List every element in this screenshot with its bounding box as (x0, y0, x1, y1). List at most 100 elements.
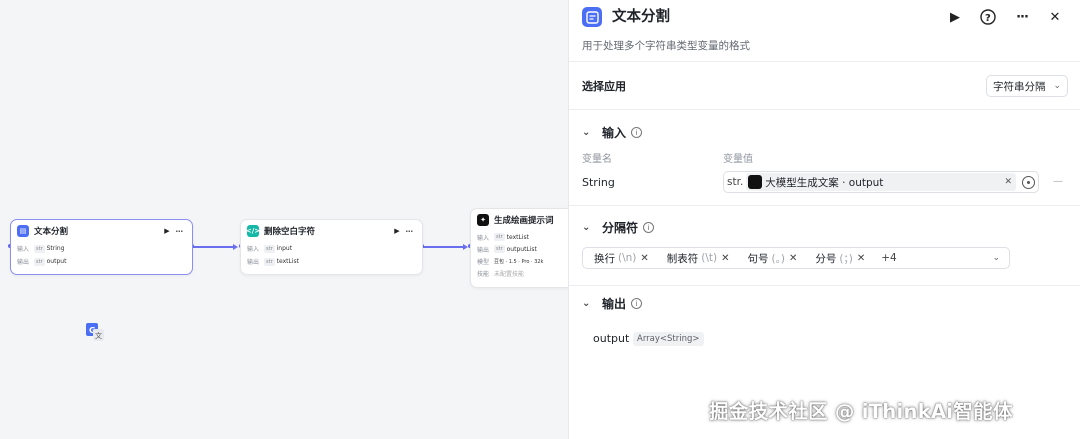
watermark: 掘金技术社区 @ iThinkAi智能体 (709, 400, 1013, 423)
play-icon[interactable]: ▶ (392, 227, 402, 235)
target-icon[interactable] (1022, 175, 1035, 189)
close-icon[interactable]: ✕ (789, 253, 797, 264)
output-section-header[interactable]: ⌄ 输出 i (582, 295, 643, 312)
row-key: 输入 (247, 246, 260, 253)
tag-label: 分号 (815, 252, 837, 265)
close-icon[interactable]: ✕ (857, 253, 865, 264)
more-icon[interactable]: ··· (1012, 7, 1032, 27)
divider (569, 61, 1080, 62)
run-icon[interactable]: ▶ (945, 7, 965, 27)
more-count[interactable]: +4 (881, 252, 896, 264)
row-key: 输入 (477, 234, 490, 242)
play-icon[interactable]: ▶ (162, 227, 172, 235)
node-title: 文本分割 (34, 227, 69, 237)
panel-header: 文本分割 用于处理多个字符串类型变量的格式 ▶ ? ··· ✕ (569, 0, 1080, 60)
type-chip: str (264, 244, 275, 253)
separator-tag: 制表符 (\t) ✕ (661, 249, 736, 267)
remove-reference-icon[interactable]: ✕ (1004, 177, 1012, 187)
variable-reference-chip[interactable]: 大模型生成文案 · output ✕ (746, 173, 1016, 191)
separator-tag: 换行 (\n) ✕ (588, 249, 655, 267)
select-app-value: 字符串分隔 (993, 80, 1046, 93)
row-value: input (276, 245, 293, 252)
select-app-dropdown[interactable]: 字符串分隔 ⌄ (986, 75, 1068, 97)
node-remove-whitespace[interactable]: </> 删除空白字符 ▶ ··· 输入 str input 输出 str textLis… (240, 219, 423, 275)
type-chip: str (494, 245, 505, 253)
type-chip: str (494, 233, 505, 241)
panel-description: 用于处理多个字符串类型变量的格式 (582, 40, 750, 52)
row-value: textList (276, 258, 299, 265)
type-chip: str (264, 257, 275, 266)
node-title: 生成绘画提示词 (494, 216, 554, 226)
row-value: output (46, 258, 67, 265)
section-title: 输入 (602, 126, 627, 140)
output-name: output (593, 332, 630, 345)
separator-multiselect[interactable]: 换行 (\n) ✕ 制表符 (\t) ✕ 句号 (。) ✕ 分号 (；) ✕ +4 ⌄ (582, 247, 1010, 269)
tag-label: 制表符 (666, 252, 699, 265)
input-section-header[interactable]: ⌄ 输入 i (582, 124, 643, 141)
col-header-value: 变量值 (723, 154, 753, 165)
app-icon: ▤ (17, 225, 29, 237)
tag-sub: (\t) (701, 252, 718, 264)
app-icon (582, 7, 602, 27)
remove-row-icon[interactable]: — (1053, 176, 1063, 187)
tag-sub: (；) (839, 252, 853, 265)
divider (569, 285, 1080, 286)
separator-tag: 句号 (。) ✕ (742, 249, 804, 267)
row-key: 模型 (477, 258, 490, 266)
chevron-down-icon[interactable]: ⌄ (582, 127, 594, 138)
type-chip: str (34, 257, 45, 266)
more-icon[interactable]: ··· (402, 227, 416, 236)
help-icon[interactable]: ? (978, 7, 998, 27)
chevron-down-icon[interactable]: ⌄ (582, 298, 594, 309)
chevron-down-icon[interactable]: ⌄ (582, 222, 594, 233)
row-value: textList (506, 233, 529, 241)
info-icon[interactable]: i (643, 222, 655, 233)
panel-title: 文本分割 (612, 9, 670, 25)
tag-label: 句号 (747, 252, 769, 265)
row-key: 输出 (477, 246, 490, 254)
info-icon[interactable]: i (631, 127, 643, 138)
row-value: 未配置技能 (494, 270, 525, 278)
node-text-split[interactable]: ▤ 文本分割 ▶ ··· 输入 str String 输出 str output (10, 219, 193, 275)
close-icon[interactable]: ✕ (721, 253, 729, 264)
chevron-down-icon: ⌄ (1053, 81, 1061, 91)
edge-1 (193, 246, 233, 248)
variable-name: String (582, 176, 615, 189)
close-icon[interactable]: ✕ (640, 253, 648, 264)
separator-tag: 分号 (；) ✕ (809, 249, 871, 267)
node-title: 删除空白字符 (264, 227, 316, 237)
llm-icon: ✦ (477, 214, 489, 226)
node-generate-prompt[interactable]: ✦ 生成绘画提示词 输入 str textList 输出 str outputList … (470, 208, 568, 288)
row-value: outputList (506, 245, 537, 253)
edge-2 (423, 246, 463, 248)
col-header-name: 变量名 (582, 154, 612, 165)
type-tag: str. (727, 176, 744, 188)
row-value: String (46, 245, 65, 252)
variable-value-field[interactable]: str. 大模型生成文案 · output ✕ (723, 171, 1039, 193)
node-config-panel: 文本分割 用于处理多个字符串类型变量的格式 ▶ ? ··· ✕ 选择应用 字符串… (568, 0, 1080, 439)
tag-sub: (。) (771, 252, 785, 265)
section-title: 分隔符 (602, 221, 639, 235)
close-icon[interactable]: ✕ (1045, 7, 1065, 27)
more-icon[interactable]: ··· (172, 227, 186, 236)
llm-icon (748, 175, 763, 189)
workflow-canvas[interactable]: ▤ 文本分割 ▶ ··· 输入 str String 输出 str output </>… (0, 0, 568, 439)
info-icon[interactable]: i (631, 298, 643, 309)
divider (569, 205, 1080, 206)
row-key: 技能 (477, 270, 490, 278)
chevron-down-icon[interactable]: ⌄ (992, 253, 1000, 263)
edge-1-arrow (233, 244, 238, 250)
separator-section-header[interactable]: ⌄ 分隔符 i (582, 219, 655, 236)
svg-text:?: ? (985, 13, 991, 24)
svg-text:文: 文 (95, 331, 102, 340)
select-app-label: 选择应用 (582, 80, 626, 93)
tag-sub: (\n) (618, 252, 637, 264)
type-chip: str (34, 244, 45, 253)
row-value: 豆包 · 1.5 · Pro · 32k (494, 258, 544, 265)
row-key: 输出 (17, 259, 30, 266)
code-icon: </> (245, 225, 261, 237)
translate-icon[interactable]: G 文 (86, 323, 104, 341)
tag-label: 换行 (594, 252, 615, 265)
row-key: 输入 (17, 246, 30, 253)
variable-reference: 大模型生成文案 · output (765, 176, 884, 189)
